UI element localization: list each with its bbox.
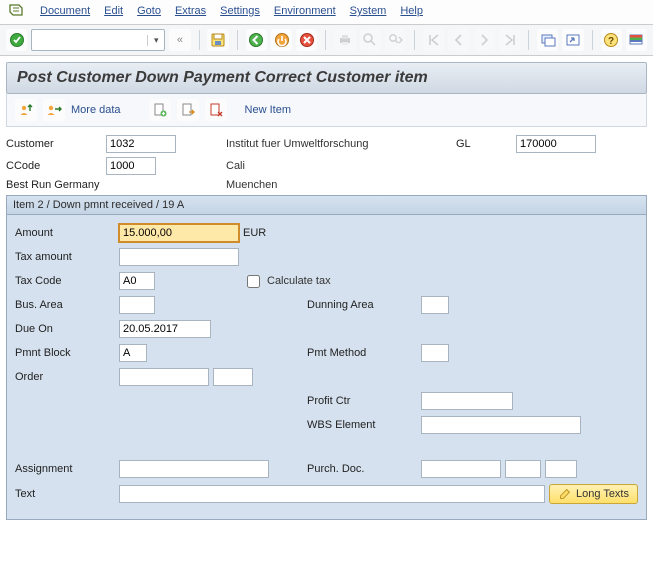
- menu-bar: Document Edit Goto Extras Settings Envir…: [0, 0, 653, 25]
- amount-label: Amount: [15, 227, 115, 239]
- pmt-method-label: Pmt Method: [307, 347, 417, 359]
- tax-amount-field[interactable]: [119, 248, 239, 266]
- customer-label: Customer: [6, 138, 106, 150]
- person-up-icon[interactable]: [15, 99, 37, 121]
- cancel-button[interactable]: [296, 29, 317, 51]
- menu-edit[interactable]: Edit: [104, 5, 123, 17]
- customer-field[interactable]: [106, 135, 176, 153]
- gl-field[interactable]: [516, 135, 596, 153]
- order-label: Order: [15, 371, 115, 383]
- chevron-down-icon[interactable]: ▾: [147, 35, 164, 46]
- save-button[interactable]: [207, 29, 228, 51]
- enter-button[interactable]: [6, 29, 27, 51]
- purch-doc-field-3[interactable]: [545, 460, 577, 478]
- exit-button[interactable]: [271, 29, 292, 51]
- prev-page-button[interactable]: [448, 29, 469, 51]
- text-field[interactable]: [119, 485, 545, 503]
- layout-button[interactable]: [626, 29, 647, 51]
- purch-doc-label: Purch. Doc.: [307, 463, 417, 475]
- menu-extras[interactable]: Extras: [175, 5, 206, 17]
- wbs-label: WBS Element: [307, 419, 417, 431]
- profit-ctr-field[interactable]: [421, 392, 513, 410]
- wbs-field[interactable]: [421, 416, 581, 434]
- main-toolbar: ▾ « ?: [0, 25, 653, 56]
- dunning-area-label: Dunning Area: [307, 299, 417, 311]
- next-page-button[interactable]: [474, 29, 495, 51]
- sap-logo-icon: [8, 3, 24, 19]
- pencil-icon: [558, 487, 572, 501]
- assignment-field[interactable]: [119, 460, 269, 478]
- first-page-button[interactable]: [423, 29, 444, 51]
- last-page-button[interactable]: [499, 29, 520, 51]
- find-button[interactable]: [360, 29, 381, 51]
- doc-out-icon[interactable]: [177, 99, 199, 121]
- amount-field[interactable]: [119, 224, 239, 242]
- section-body: Amount EUR Tax amount Tax Code Calculate…: [6, 215, 647, 520]
- ccode-field[interactable]: [106, 157, 156, 175]
- dunning-area-field[interactable]: [421, 296, 449, 314]
- find-next-button[interactable]: [385, 29, 406, 51]
- page-title: Post Customer Down Payment Correct Custo…: [6, 62, 647, 94]
- collapse-button[interactable]: «: [169, 29, 190, 51]
- form-area: Customer Institut fuer Umweltforschung G…: [6, 133, 647, 520]
- calculate-tax-label: Calculate tax: [267, 275, 331, 287]
- pmnt-block-field[interactable]: [119, 344, 147, 362]
- menu-help[interactable]: Help: [400, 5, 423, 17]
- app-toolbar: More data New Item: [6, 94, 647, 127]
- command-input[interactable]: [32, 31, 147, 49]
- bus-area-field[interactable]: [119, 296, 155, 314]
- more-data-link[interactable]: More data: [71, 104, 121, 116]
- assignment-label: Assignment: [15, 463, 115, 475]
- shortcut-button[interactable]: [562, 29, 583, 51]
- tax-code-label: Tax Code: [15, 275, 115, 287]
- due-on-field[interactable]: [119, 320, 211, 338]
- customer-name-text: Institut fuer Umweltforschung: [226, 138, 456, 150]
- text-label: Text: [15, 488, 115, 500]
- due-on-label: Due On: [15, 323, 115, 335]
- doc-del-icon[interactable]: [205, 99, 227, 121]
- menu-document[interactable]: Document: [40, 5, 90, 17]
- menu-settings[interactable]: Settings: [220, 5, 260, 17]
- doc-new-icon[interactable]: [149, 99, 171, 121]
- section-title: Item 2 / Down pmnt received / 19 A: [6, 195, 647, 215]
- pmt-method-field[interactable]: [421, 344, 449, 362]
- order-field-2[interactable]: [213, 368, 253, 386]
- ccode-label: CCode: [6, 160, 106, 172]
- calculate-tax-checkbox[interactable]: [247, 275, 260, 288]
- city1-text: Cali: [226, 160, 456, 172]
- pmnt-block-label: Pmnt Block: [15, 347, 115, 359]
- header-grid: Customer Institut fuer Umweltforschung G…: [6, 133, 647, 195]
- menu-system[interactable]: System: [350, 5, 387, 17]
- help-button[interactable]: ?: [601, 29, 622, 51]
- order-field[interactable]: [119, 368, 209, 386]
- new-item-link[interactable]: New Item: [245, 104, 291, 116]
- long-texts-button[interactable]: Long Texts: [549, 484, 638, 504]
- print-button[interactable]: [334, 29, 355, 51]
- bus-area-label: Bus. Area: [15, 299, 115, 311]
- person-right-icon[interactable]: [43, 99, 65, 121]
- company-text: Best Run Germany: [6, 179, 196, 191]
- tax-amount-label: Tax amount: [15, 251, 115, 263]
- city2-text: Muenchen: [226, 179, 456, 191]
- new-session-button[interactable]: [537, 29, 558, 51]
- svg-text:?: ?: [608, 36, 614, 47]
- profit-ctr-label: Profit Ctr: [307, 395, 417, 407]
- gl-label: GL: [456, 138, 516, 150]
- currency-text: EUR: [243, 227, 303, 239]
- back-button[interactable]: [246, 29, 267, 51]
- menu-goto[interactable]: Goto: [137, 5, 161, 17]
- purch-doc-field[interactable]: [421, 460, 501, 478]
- menu-environment[interactable]: Environment: [274, 5, 336, 17]
- purch-doc-field-2[interactable]: [505, 460, 541, 478]
- tax-code-field[interactable]: [119, 272, 155, 290]
- long-texts-label: Long Texts: [576, 488, 629, 500]
- command-field[interactable]: ▾: [31, 29, 165, 51]
